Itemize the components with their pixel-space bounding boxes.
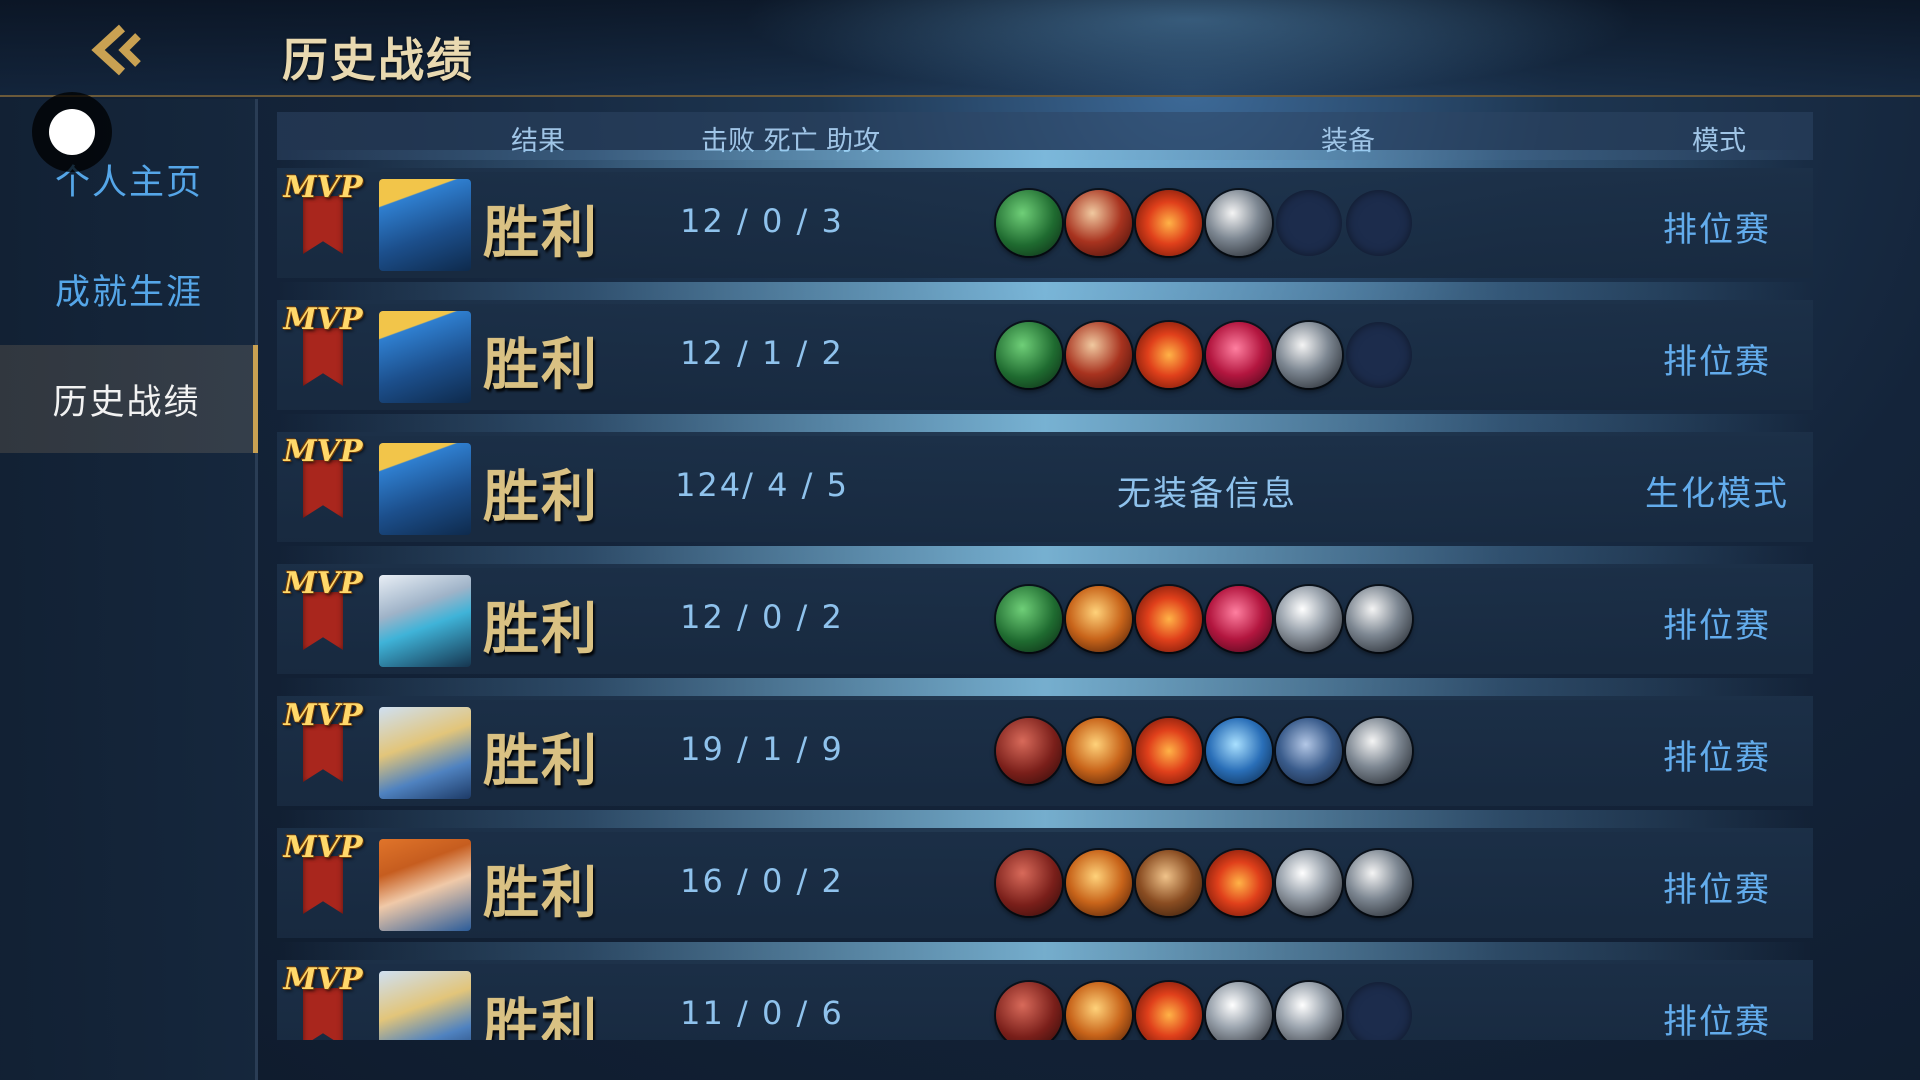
mvp-badge: MVP [283,168,363,260]
red-blade-icon[interactable] [1066,190,1132,256]
sidebar: 个人主页 成就生涯 历史战绩 [0,99,258,1080]
mvp-label: MVP [283,302,363,337]
silver-sword-icon[interactable] [1346,586,1412,652]
mvp-badge: MVP [283,300,363,392]
white-dagger-icon[interactable] [1276,982,1342,1040]
sidebar-item-achievements[interactable]: 成就生涯 [0,235,258,343]
match-row[interactable]: MVP 胜利 12 / 0 / 3 排位赛 [277,168,1813,278]
game-mode: 排位赛 [1663,870,1771,910]
kda-value: 12 / 1 / 2 [680,334,844,372]
crimson-claw-icon[interactable] [1206,322,1272,388]
mvp-label: MVP [283,434,363,469]
white-dagger-icon[interactable] [1276,850,1342,916]
sidebar-item-history[interactable]: 历史战绩 [0,345,258,453]
mvp-label: MVP [283,566,363,601]
hero-gold-mask-icon [379,707,471,799]
red-boots-icon[interactable] [996,850,1062,916]
no-equipment-info: 无装备信息 [1117,474,1297,514]
back-arrow-icon [91,24,141,76]
match-row[interactable]: MVP 胜利 16 / 0 / 2 排位赛 [277,828,1813,938]
silver-sword-icon[interactable] [1276,322,1342,388]
game-mode: 排位赛 [1663,210,1771,250]
result-label: 胜利 [483,333,599,398]
cross-swords-icon[interactable] [1136,586,1202,652]
back-button[interactable] [88,20,148,80]
mvp-badge: MVP [283,960,363,1040]
empty-equipment-slot[interactable] [1346,982,1412,1040]
white-dagger-icon[interactable] [1206,982,1272,1040]
result-label: 胜利 [483,861,599,926]
match-row[interactable]: MVP 胜利 11 / 0 / 6 排位赛 [277,960,1813,1040]
silver-sword-icon[interactable] [1346,718,1412,784]
hero-blue-visor-icon [379,311,471,403]
empty-equipment-slot[interactable] [1276,190,1342,256]
mvp-badge: MVP [283,564,363,656]
orange-hammer-icon[interactable] [1066,586,1132,652]
mvp-badge: MVP [283,696,363,788]
cross-swords-icon[interactable] [1206,850,1272,916]
orange-hammer-icon[interactable] [1066,850,1132,916]
mvp-badge: MVP [283,432,363,524]
kda-value: 19 / 1 / 9 [680,730,844,768]
white-dagger-icon[interactable] [1276,586,1342,652]
result-label: 胜利 [483,993,599,1040]
red-boots-icon[interactable] [996,718,1062,784]
empty-equipment-slot[interactable] [1346,190,1412,256]
top-bar: 历史战绩 [0,0,1920,97]
kda-value: 12 / 0 / 3 [680,202,844,240]
match-row[interactable]: MVP 胜利 12 / 1 / 2 排位赛 [277,300,1813,410]
green-boots-icon[interactable] [996,322,1062,388]
kda-value: 11 / 0 / 6 [680,994,844,1032]
floating-assist-ball[interactable] [32,92,112,172]
result-label: 胜利 [483,465,599,530]
page-title: 历史战绩 [282,33,474,87]
kda-value: 16 / 0 / 2 [680,862,844,900]
red-blade-icon[interactable] [1066,322,1132,388]
blue-armor-icon[interactable] [1276,718,1342,784]
hero-blue-visor-icon [379,443,471,535]
result-label: 胜利 [483,597,599,662]
mvp-badge: MVP [283,828,363,920]
kda-value: 124/ 4 / 5 [675,466,849,504]
assist-dot-icon [49,109,95,155]
hero-blue-visor-icon [379,179,471,271]
orange-hammer-icon[interactable] [1066,718,1132,784]
mvp-label: MVP [283,698,363,733]
hero-masked-assassin-icon [379,575,471,667]
game-mode: 排位赛 [1663,606,1771,646]
hero-gold-mask-icon [379,971,471,1040]
result-label: 胜利 [483,729,599,794]
green-boots-icon[interactable] [996,190,1062,256]
game-mode: 排位赛 [1663,342,1771,382]
mvp-label: MVP [283,830,363,865]
hero-orange-hair-icon [379,839,471,931]
empty-equipment-slot[interactable] [1346,322,1412,388]
cross-swords-icon[interactable] [1136,190,1202,256]
game-mode: 排位赛 [1663,1002,1771,1040]
header-glow [740,0,1640,97]
game-mode: 生化模式 [1645,474,1789,514]
kda-value: 12 / 0 / 2 [680,598,844,636]
bronze-armor-icon[interactable] [1136,850,1202,916]
blue-spear-icon[interactable] [1206,718,1272,784]
match-history-table[interactable]: 结果 击败 死亡 助攻 装备 模式 MVP 胜利 12 / 0 / 3 排位赛 MVP 胜… [277,112,1813,1040]
result-label: 胜利 [483,201,599,266]
mvp-label: MVP [283,170,363,205]
crimson-claw-icon[interactable] [1206,586,1272,652]
match-row[interactable]: MVP 胜利 12 / 0 / 2 排位赛 [277,564,1813,674]
match-row[interactable]: MVP 胜利 124/ 4 / 5 无装备信息 生化模式 [277,432,1813,542]
cross-swords-icon[interactable] [1136,982,1202,1040]
red-boots-icon[interactable] [996,982,1062,1040]
cross-swords-icon[interactable] [1136,322,1202,388]
cross-swords-icon[interactable] [1136,718,1202,784]
green-boots-icon[interactable] [996,586,1062,652]
silver-sword-icon[interactable] [1206,190,1272,256]
mvp-label: MVP [283,962,363,997]
match-row[interactable]: MVP 胜利 19 / 1 / 9 排位赛 [277,696,1813,806]
silver-sword-icon[interactable] [1346,850,1412,916]
orange-hammer-icon[interactable] [1066,982,1132,1040]
game-mode: 排位赛 [1663,738,1771,778]
